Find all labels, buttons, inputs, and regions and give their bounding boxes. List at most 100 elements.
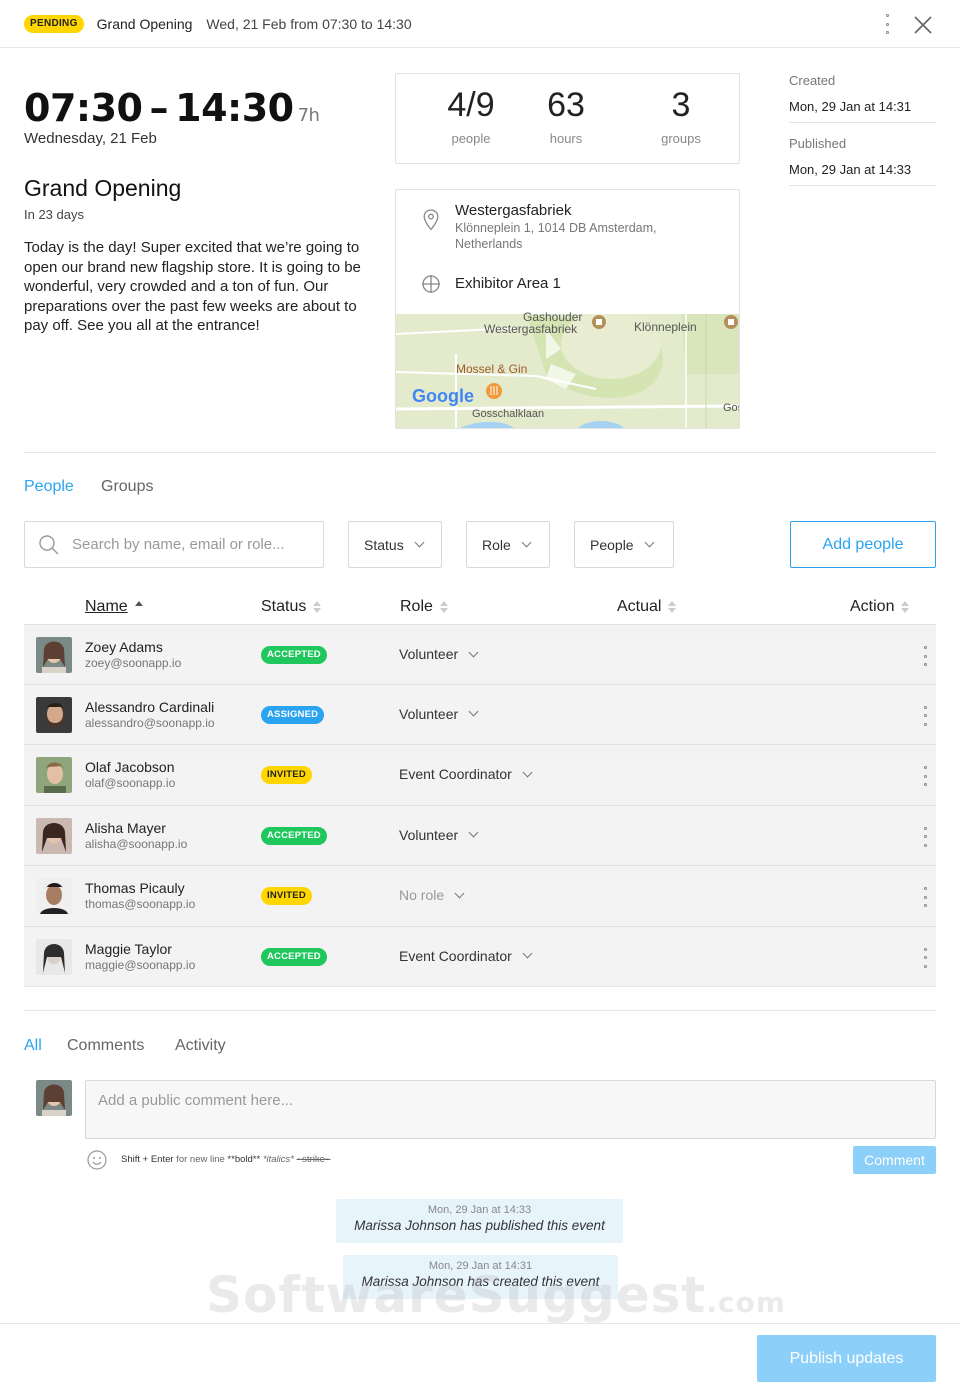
column-label: Role (400, 598, 433, 615)
hint-shortcut: Shift + Enter (121, 1154, 174, 1165)
role-value: Volunteer (399, 646, 459, 662)
row-options-icon[interactable] (922, 887, 928, 907)
chevron-down-icon (414, 537, 425, 548)
venue-name: Westergasfabriek (455, 202, 572, 219)
role-dropdown[interactable]: Volunteer (399, 705, 479, 722)
row-options-icon[interactable] (922, 826, 928, 847)
stats-card: 4/9 people 63 hours 3 groups (395, 73, 740, 164)
avatar (36, 938, 72, 975)
chevron-down-icon (522, 767, 533, 777)
tab-all[interactable]: All (24, 1037, 42, 1055)
stat-label: people (451, 131, 491, 146)
row-options-icon[interactable] (922, 705, 928, 726)
map-label-venue: Westergasfabriek (484, 322, 578, 336)
emoji-icon[interactable] (87, 1150, 107, 1170)
status-badge: ACCEPTED (261, 947, 327, 966)
tab-comments[interactable]: Comments (67, 1037, 144, 1055)
hint-bold: **bold** (227, 1154, 261, 1165)
person-email: zoey@soonapp.io (85, 656, 182, 670)
comment-button[interactable]: Comment (853, 1146, 936, 1174)
chevron-down-icon (454, 888, 465, 898)
people-table: Zoey Adams zoey@soonapp.io ACCEPTED Volu… (24, 624, 936, 987)
search-box (24, 521, 324, 568)
header-title: Grand Opening (96, 15, 193, 32)
person-name[interactable]: Olaf Jacobson (85, 759, 175, 775)
comment-input[interactable] (85, 1080, 936, 1139)
people-filter-label: People (590, 536, 634, 553)
status-badge: ACCEPTED (261, 826, 327, 845)
top-bar: PENDING Grand Opening Wed, 21 Feb from 0… (0, 0, 960, 48)
column-label: Status (261, 598, 307, 615)
sort-icon (134, 601, 143, 613)
watermark-suffix: .com (706, 1286, 786, 1319)
row-options-icon[interactable] (922, 646, 928, 666)
event-countdown: In 23 days (24, 207, 84, 222)
person-name[interactable]: Zoey Adams (85, 639, 163, 655)
activity-text: Marissa Johnson has published this event (354, 1218, 605, 1233)
role-value: Volunteer (399, 705, 459, 722)
row-options-icon[interactable] (922, 947, 928, 968)
status-badge: INVITED (261, 887, 312, 905)
search-icon (39, 534, 59, 554)
column-header-actual[interactable]: Actual (617, 598, 677, 616)
location-pin-icon (423, 209, 439, 231)
column-header-action[interactable]: Action (850, 598, 910, 616)
avatar (36, 817, 72, 854)
map-label-edge: Gos (723, 402, 739, 414)
row-options-icon[interactable] (922, 766, 928, 786)
role-filter[interactable]: Role (466, 521, 550, 568)
tab-activity[interactable]: Activity (175, 1037, 226, 1055)
hint-text: for new line (173, 1154, 228, 1165)
role-dropdown[interactable]: No role (399, 887, 465, 903)
header-date: Wed, 21 Feb from 07:30 to 14:30 (206, 15, 412, 32)
role-dropdown[interactable]: Volunteer (399, 646, 479, 662)
status-filter[interactable]: Status (348, 521, 442, 568)
role-dropdown[interactable]: Volunteer (399, 826, 479, 843)
map[interactable]: Gashouder Westergasfabriek Klönneplein M… (396, 309, 739, 428)
sort-icon (901, 601, 910, 613)
person-email: alisha@soonapp.io (85, 836, 188, 851)
more-options-icon[interactable] (884, 14, 890, 34)
column-header-name[interactable]: Name (85, 598, 143, 616)
stat-hours: 63 hours (536, 86, 596, 146)
role-dropdown[interactable]: Event Coordinator (399, 766, 533, 782)
event-description: Today is the day! Super excited that we’… (24, 239, 361, 334)
section-divider (24, 1010, 936, 1011)
hint-strike: ~strike~ (296, 1154, 331, 1165)
person-email: alessandro@soonapp.io (85, 715, 215, 730)
published-label: Published (789, 136, 847, 151)
table-row: Maggie Taylor maggie@soonapp.io ACCEPTED… (24, 926, 936, 987)
people-filter[interactable]: People (574, 521, 674, 568)
table-row: Thomas Picauly thomas@soonapp.io INVITED… (24, 866, 936, 927)
close-icon[interactable] (912, 14, 934, 36)
chevron-down-icon (468, 647, 479, 657)
chevron-down-icon (521, 537, 532, 548)
role-value: Volunteer (399, 826, 459, 843)
search-input[interactable] (72, 536, 312, 553)
person-name[interactable]: Thomas Picauly (85, 880, 185, 896)
tab-groups[interactable]: Groups (101, 478, 153, 496)
column-header-role[interactable]: Role (400, 598, 448, 616)
formatting-hint: Shift + Enter for new line **bold** *ita… (121, 1154, 330, 1165)
event-duration: 7h (297, 105, 320, 126)
role-filter-label: Role (482, 536, 511, 553)
stat-label: hours (549, 131, 583, 146)
person-name[interactable]: Maggie Taylor (85, 941, 172, 957)
stat-people: 4/9 people (436, 86, 506, 146)
person-name[interactable]: Alessandro Cardinali (85, 699, 214, 715)
add-people-button[interactable]: Add people (790, 521, 936, 568)
publish-updates-button[interactable]: Publish updates (757, 1335, 936, 1382)
table-row: Alessandro Cardinali alessandro@soonapp.… (24, 684, 936, 745)
activity-time: Mon, 29 Jan at 14:33 (427, 1204, 532, 1216)
status-filter-label: Status (364, 536, 404, 553)
role-value: Event Coordinator (399, 766, 512, 782)
chevron-down-icon (468, 827, 479, 838)
activity-item: Mon, 29 Jan at 14:33 Marissa Johnson has… (336, 1199, 623, 1243)
stat-label: groups (661, 131, 701, 146)
person-name[interactable]: Alisha Mayer (85, 820, 166, 836)
sort-icon (668, 601, 677, 613)
tab-people[interactable]: People (24, 478, 74, 496)
column-label: Name (85, 598, 128, 615)
role-dropdown[interactable]: Event Coordinator (399, 948, 533, 964)
column-header-status[interactable]: Status (261, 598, 322, 616)
